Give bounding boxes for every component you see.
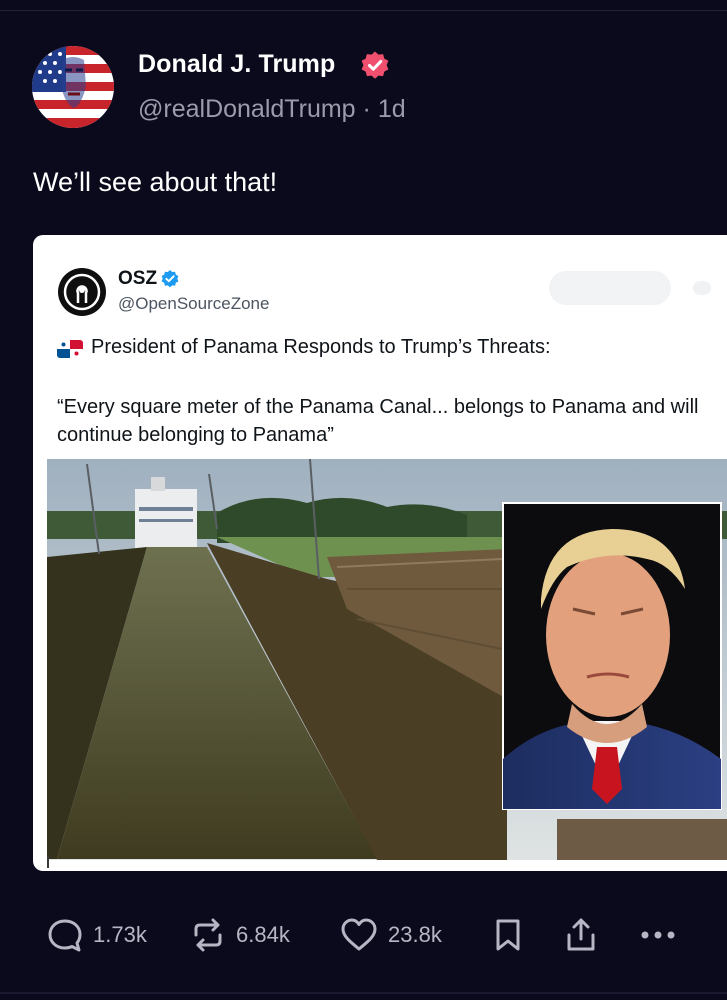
author-name[interactable]: Donald J. Trump <box>138 50 335 79</box>
embed-more-blurred <box>693 281 711 295</box>
embed-verified-icon <box>161 270 179 288</box>
post-action-bar: 1.73k 6.84k 23.8k <box>0 912 727 958</box>
panama-flag-icon <box>57 340 83 358</box>
author-handle-line: @realDonaldTrump · 1d <box>138 95 406 124</box>
share-upload-icon <box>567 918 595 951</box>
more-button[interactable] <box>636 912 680 958</box>
embed-quote-line-1: “Every square meter of the Panama Canal.… <box>57 396 699 418</box>
osz-avatar <box>58 268 106 316</box>
text-cursor <box>47 856 49 868</box>
embed-account-name: OSZ <box>118 268 158 289</box>
author-avatar[interactable] <box>32 46 114 128</box>
separator-dot: · <box>362 95 371 123</box>
like-count: 23.8k <box>388 922 442 947</box>
follow-button-blurred <box>549 271 671 305</box>
heart-icon <box>341 918 377 951</box>
canal-photo-composite <box>47 459 727 860</box>
bookmark-button[interactable] <box>488 912 528 958</box>
author-handle[interactable]: @realDonaldTrump <box>138 95 356 123</box>
reply-button[interactable]: 1.73k <box>45 912 147 958</box>
share-button[interactable] <box>561 912 601 958</box>
embed-quote: “Every square meter of the Panama Canal.… <box>57 393 727 449</box>
embed-account-handle: @OpenSourceZone <box>118 294 270 313</box>
bottom-divider <box>0 992 727 994</box>
ellipsis-icon <box>641 931 675 939</box>
embedded-image[interactable]: OSZ @OpenSourceZone President of Panama … <box>33 235 727 871</box>
post-text: We’ll see about that! <box>33 167 278 197</box>
bookmark-icon <box>496 919 520 951</box>
embed-quote-line-2: continue belonging to Panama” <box>57 424 334 446</box>
verified-badge-icon <box>361 51 389 79</box>
reply-count: 1.73k <box>93 922 147 947</box>
embed-headline: President of Panama Responds to Trump’s … <box>91 336 551 358</box>
top-divider <box>0 0 727 11</box>
repost-button[interactable]: 6.84k <box>188 912 290 958</box>
like-button[interactable]: 23.8k <box>338 912 442 958</box>
post-time[interactable]: 1d <box>378 95 406 123</box>
repost-arrows-icon <box>194 918 222 952</box>
speech-bubble-icon <box>48 919 82 952</box>
repost-count: 6.84k <box>236 922 290 947</box>
